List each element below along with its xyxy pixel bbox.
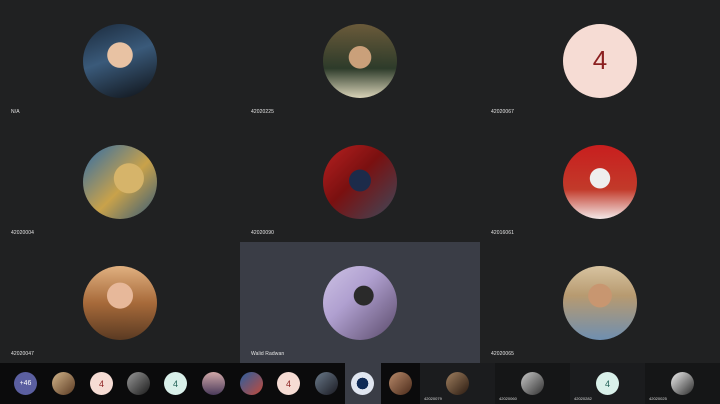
participant-avatar [83, 144, 157, 219]
participant-tile[interactable]: 42020065 [480, 242, 720, 363]
participant-avatar [563, 265, 637, 340]
participant-tile[interactable]: 42020047 [0, 242, 240, 363]
participant-name: 42020047 [11, 351, 35, 357]
participant-name: 42016061 [491, 230, 515, 236]
strip-selected-tile[interactable] [345, 363, 381, 404]
participant-avatar [83, 23, 157, 98]
strip-participant-tile[interactable]: 42020079 [420, 363, 495, 404]
strip-avatar[interactable] [127, 372, 150, 395]
participant-tile[interactable]: 42020004 [0, 121, 240, 242]
participant-tile[interactable]: N/A [0, 0, 240, 121]
participant-strip: +46 4 4 4 42020079 42020060 4 42020282 4… [0, 363, 720, 404]
participant-name: 42020065 [491, 351, 515, 357]
strip-participant-name: 42020025 [649, 396, 667, 401]
participant-avatar [323, 23, 397, 98]
participant-initial-avatar: 4 [563, 23, 637, 98]
participant-tile[interactable]: 4 42020067 [480, 0, 720, 121]
participant-avatar [323, 265, 397, 340]
participant-tile[interactable]: 42016061 [480, 121, 720, 242]
strip-avatar[interactable] [52, 372, 75, 395]
strip-avatar[interactable] [389, 372, 412, 395]
strip-participant-name: 42020060 [499, 396, 517, 401]
participant-avatar [323, 144, 397, 219]
participant-tile[interactable]: 42020225 [240, 0, 480, 121]
strip-participant-tile[interactable]: 42020025 [645, 363, 720, 404]
participant-name: Walid Radwan [251, 351, 285, 357]
participant-avatar [563, 144, 637, 219]
strip-participant-name: 42020079 [424, 396, 442, 401]
participant-name: 42020004 [11, 230, 35, 236]
participant-name: N/A [11, 109, 20, 115]
participant-name: 42020090 [251, 230, 275, 236]
participant-avatar [83, 265, 157, 340]
participant-tile[interactable]: 42020090 [240, 121, 480, 242]
strip-participant-name: 42020282 [574, 396, 592, 401]
strip-avatar [671, 372, 694, 395]
participant-grid: N/A 42020225 4 42020067 42020004 4202009… [0, 0, 720, 363]
strip-participant-tile[interactable]: 4 42020282 [570, 363, 645, 404]
strip-initial-avatar[interactable]: 4 [164, 372, 187, 395]
strip-avatar[interactable] [240, 372, 263, 395]
participant-name: 42020067 [491, 109, 515, 115]
strip-initial-avatar[interactable]: 4 [277, 372, 300, 395]
strip-avatar [446, 372, 469, 395]
strip-avatar[interactable] [315, 372, 338, 395]
more-participants-button[interactable]: +46 [14, 372, 37, 395]
strip-participant-tile[interactable]: 42020060 [495, 363, 570, 404]
strip-initial-avatar: 4 [596, 372, 619, 395]
strip-avatar [521, 372, 544, 395]
strip-avatar [351, 372, 374, 395]
participant-name: 42020225 [251, 109, 275, 115]
participant-tile-active-speaker[interactable]: Walid Radwan [240, 242, 480, 363]
strip-initial-avatar[interactable]: 4 [90, 372, 113, 395]
strip-avatar[interactable] [202, 372, 225, 395]
